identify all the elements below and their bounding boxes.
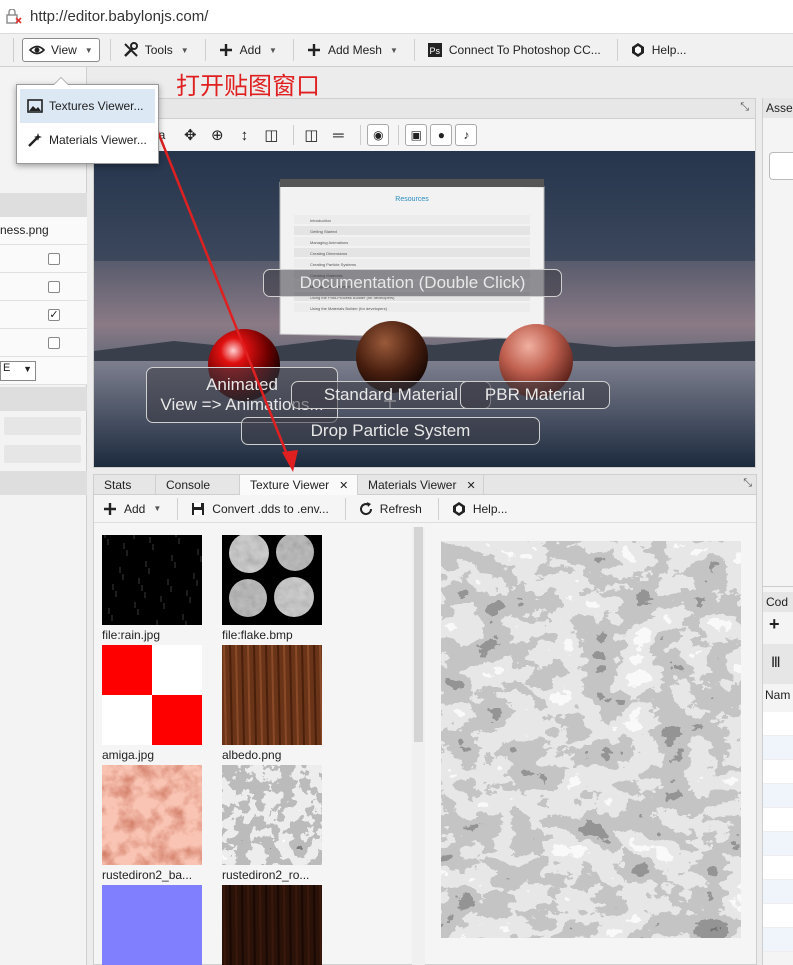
materials-viewer-menu-item[interactable]: Materials Viewer...	[17, 123, 158, 157]
textures-viewer-label: Textures Viewer...	[49, 99, 144, 113]
magic-wand-icon	[27, 132, 43, 148]
textures-viewer-menu-item[interactable]: Textures Viewer...	[20, 89, 155, 123]
view-dropdown-menu: Textures Viewer... Materials Viewer...	[16, 77, 159, 164]
image-icon	[27, 98, 43, 114]
dropdown-arrow	[53, 77, 69, 85]
annotation-text: 打开贴图窗口	[176, 72, 320, 100]
materials-viewer-label: Materials Viewer...	[49, 133, 147, 147]
